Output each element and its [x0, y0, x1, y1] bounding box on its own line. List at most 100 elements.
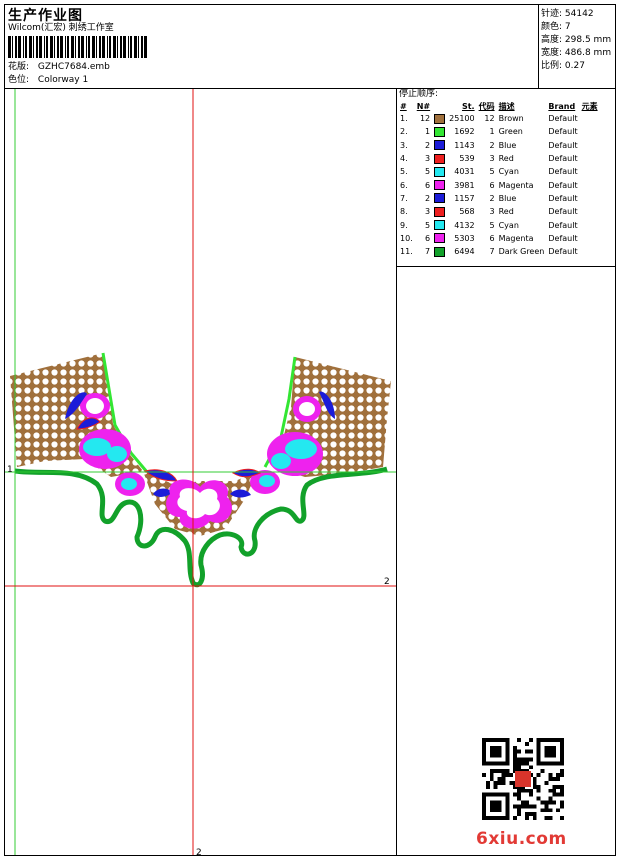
table-row: 1. 12 25100 12 Brown Default — [398, 112, 600, 125]
cell-index: 3. — [400, 140, 408, 150]
stat-label: 比例: — [541, 61, 563, 71]
table-row: 2. 1 1692 1 Green Default — [398, 125, 600, 138]
cell-stitches: 3981 — [454, 180, 475, 190]
cell-needle: 2 — [425, 193, 431, 203]
table-header-row: # N# St. 代码 描述 Brand 元素 — [398, 100, 600, 112]
stat-value: 298.5 mm — [564, 35, 612, 45]
cell-brand: Default — [548, 140, 578, 150]
cell-swatch — [432, 139, 447, 152]
color-swatch — [434, 126, 446, 137]
table-row: 7. 2 1157 2 Blue Default — [398, 192, 600, 205]
cell-stitches: 568 — [459, 207, 475, 217]
sequence-title: 停止顺序: — [399, 89, 439, 99]
cell-swatch — [432, 192, 447, 205]
cell-swatch — [432, 245, 447, 258]
cell-brand: Default — [548, 167, 578, 177]
embroidery-design-canvas: 1 2 2 — [5, 89, 396, 855]
guide-mark-left: 1 — [7, 465, 13, 475]
cell-code: 2 — [489, 193, 495, 203]
cell-swatch — [432, 178, 447, 191]
qr-code-image — [482, 738, 564, 820]
col-swatch — [432, 100, 447, 112]
stat-value: 486.8 mm — [564, 48, 612, 58]
cell-code: 5 — [489, 220, 495, 230]
table-row: 4. 3 539 3 Red Default — [398, 152, 600, 165]
cell-description: Red — [498, 154, 514, 164]
cell-stitches: 25100 — [449, 114, 475, 124]
cell-stitches: 4031 — [454, 167, 475, 177]
guide-mark-bottom: 2 — [196, 848, 202, 855]
color-swatch — [434, 113, 446, 124]
col-element: 元素 — [581, 101, 598, 111]
cell-element — [580, 232, 600, 245]
company-name: Wilcom(汇宏) 刺绣工作室 — [8, 23, 114, 33]
cell-description: Cyan — [498, 220, 519, 230]
cell-code: 1 — [489, 127, 495, 137]
cell-element — [580, 165, 600, 178]
color-swatch — [434, 246, 446, 257]
table-row: 6. 6 3981 6 Magenta Default — [398, 178, 600, 191]
cell-brand: Default — [548, 154, 578, 164]
cell-description: Blue — [498, 193, 517, 203]
col-stitches: St. — [461, 101, 475, 111]
cell-element — [580, 245, 600, 258]
stat-value: 7 — [564, 22, 571, 32]
stat-scale: 比例: 0.27 — [541, 58, 585, 71]
panel-bottom-divider — [396, 266, 616, 267]
color-swatch — [434, 140, 446, 151]
stat-colors: 颜色: 7 — [541, 19, 571, 32]
table-row: 9. 5 4132 5 Cyan Default — [398, 218, 600, 231]
cell-needle: 3 — [425, 154, 431, 164]
cell-swatch — [432, 125, 447, 138]
cell-needle: 3 — [425, 207, 431, 217]
cell-element — [580, 139, 600, 152]
cell-stitches: 4132 — [454, 220, 475, 230]
cell-element — [580, 178, 600, 191]
color-sequence-table: # N# St. 代码 描述 Brand 元素 1. 12 25100 12 Brown… — [398, 100, 600, 258]
cell-code: 3 — [489, 154, 495, 164]
stat-label: 宽度: — [541, 48, 563, 58]
cell-element — [580, 218, 600, 231]
cell-description: Brown — [498, 114, 524, 124]
cell-index: 1. — [400, 114, 408, 124]
cell-brand: Default — [548, 247, 578, 257]
table-row: 5. 5 4031 5 Cyan Default — [398, 165, 600, 178]
cell-swatch — [432, 205, 447, 218]
cell-code: 3 — [489, 207, 495, 217]
watermark-text: 6xiu.com — [476, 829, 567, 849]
table-row: 8. 3 568 3 Red Default — [398, 205, 600, 218]
cell-code: 12 — [484, 114, 495, 124]
cell-code: 2 — [489, 140, 495, 150]
cell-element — [580, 192, 600, 205]
cell-description: Blue — [498, 140, 517, 150]
design-file-row: 花版: GZHC7684.emb — [8, 62, 110, 73]
cell-element — [580, 112, 600, 125]
design-file-value: GZHC7684.emb — [37, 62, 110, 72]
table-row: 10. 6 5303 6 Magenta Default — [398, 232, 600, 245]
color-swatch — [434, 193, 446, 204]
stat-label: 针迹: — [541, 9, 563, 19]
stat-value: 0.27 — [564, 61, 585, 71]
cell-brand: Default — [548, 114, 578, 124]
cell-index: 4. — [400, 154, 408, 164]
cell-needle: 1 — [425, 127, 431, 137]
design-file-label: 花版: — [8, 62, 30, 72]
cell-stitches: 1143 — [454, 140, 475, 150]
col-needle: N# — [416, 101, 431, 111]
cell-swatch — [432, 218, 447, 231]
cell-element — [580, 205, 600, 218]
cell-stitches: 1692 — [454, 127, 475, 137]
cell-brand: Default — [548, 193, 578, 203]
cell-needle: 6 — [425, 180, 431, 190]
stat-height: 高度: 298.5 mm — [541, 32, 611, 45]
cell-brand: Default — [548, 180, 578, 190]
colorway-row: 色位: Colorway 1 — [8, 75, 88, 86]
cell-code: 6 — [489, 233, 495, 243]
color-swatch — [434, 220, 446, 231]
cell-element — [580, 152, 600, 165]
stat-value: 54142 — [564, 9, 594, 19]
cell-swatch — [432, 165, 447, 178]
cell-description: Red — [498, 207, 514, 217]
cell-description: Dark Green — [498, 247, 545, 257]
cell-swatch — [432, 152, 447, 165]
